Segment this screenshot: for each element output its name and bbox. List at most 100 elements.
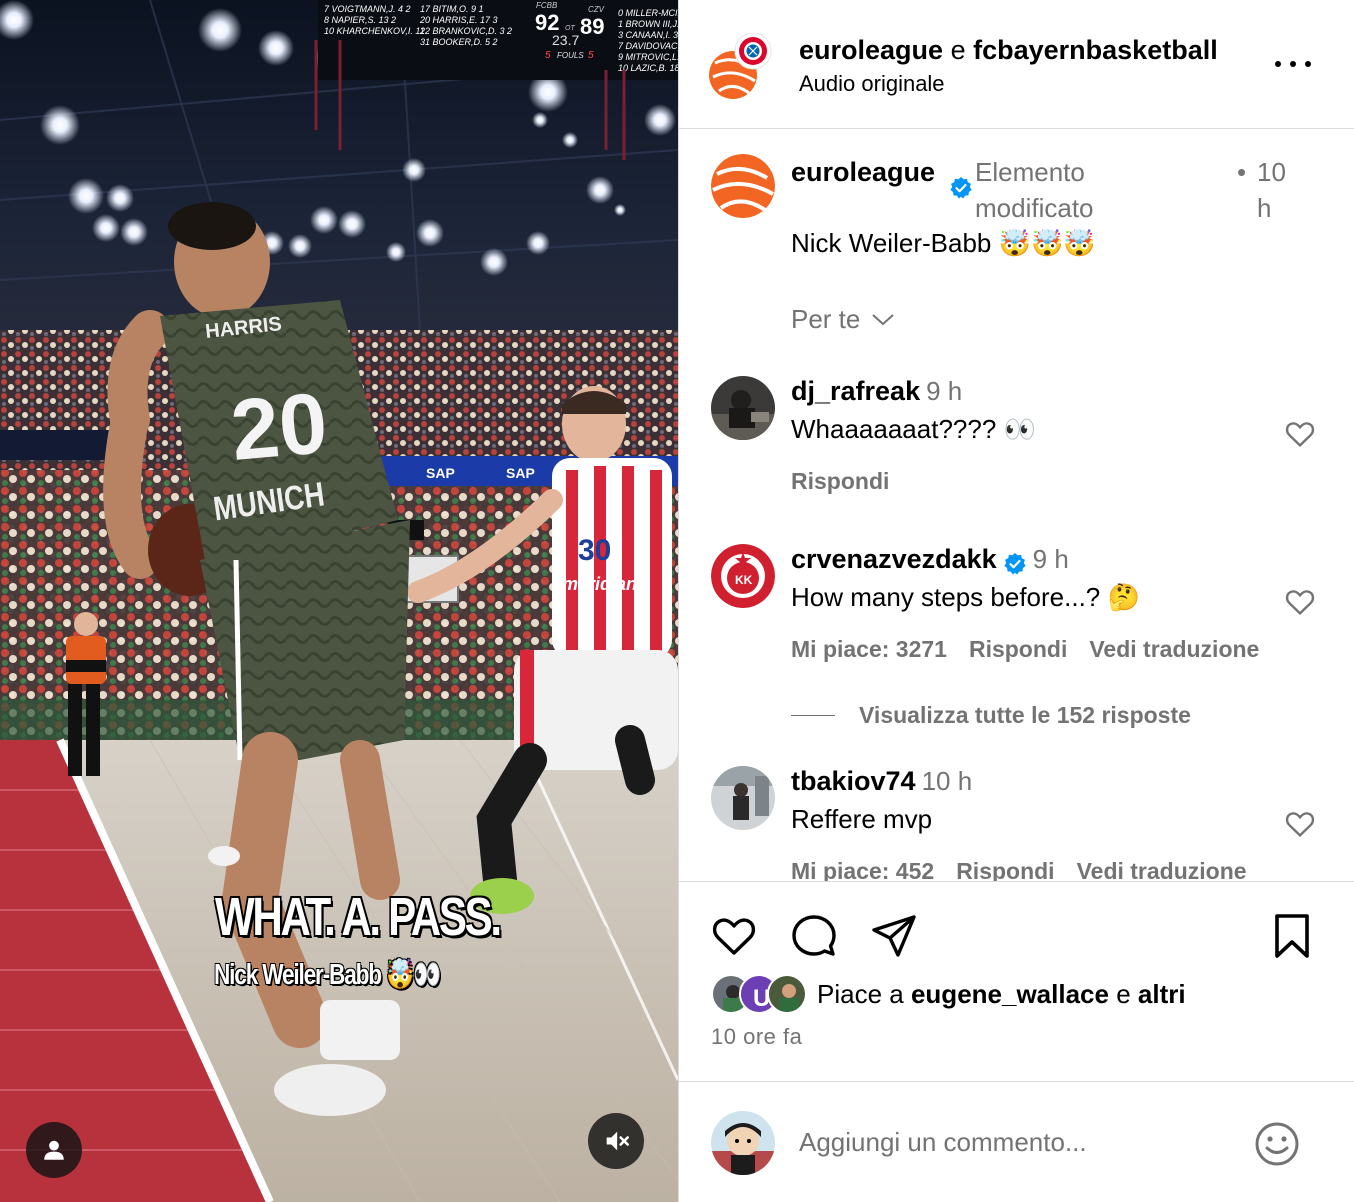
more-options-button[interactable] — [1275, 50, 1311, 78]
scoreboard-player: 7 DAVIDOVAC,D. 2 — [618, 41, 678, 51]
more-dot — [1305, 61, 1311, 67]
caption-username[interactable]: euroleague — [791, 154, 941, 190]
comment-actions: Rispondi — [791, 468, 911, 495]
scoreboard-player: 22 BRANKOVIC,D. 3 2 — [419, 26, 512, 36]
comment-header: crvenazvezdakk 9 h — [791, 544, 1069, 576]
author-link-1[interactable]: euroleague — [799, 35, 943, 65]
author-conjunction: e — [950, 35, 966, 65]
post-sidebar: euroleague e fcbayernbasketball Audio or… — [678, 0, 1354, 1202]
tagged-users-button[interactable] — [26, 1122, 82, 1178]
comment-sort-dropdown[interactable]: Per te — [791, 304, 896, 335]
commenter-avatar[interactable] — [711, 766, 775, 830]
scoreboard-player: 7 VOIGTMANN,J. 4 2 — [324, 4, 411, 14]
scoreboard-player: 10 KHARCHENKOV,I. 11 — [324, 26, 425, 36]
post-caption: euroleague Elemento modificato • 10 h Ni… — [679, 130, 1354, 280]
verified-badge-icon — [1004, 552, 1026, 575]
svg-text:23.7: 23.7 — [552, 32, 579, 48]
comment-header: tbakiov74 10 h — [791, 766, 972, 797]
euroleague-logo-icon — [709, 32, 772, 99]
comment-text: Whaaaaaaat???? 👀 — [791, 414, 1036, 444]
comment-username[interactable]: dj_rafreak — [791, 376, 920, 406]
heart-icon[interactable] — [1283, 586, 1317, 618]
avatar-image-icon — [711, 376, 775, 440]
video-player[interactable]: 7 VOIGTMANN,J. 4 28 NAPIER,S. 13 2 10 KHA… — [0, 0, 678, 1202]
comment-header: dj_rafreak 9 h — [791, 376, 962, 407]
crvena-zvezda-logo-icon: KK — [711, 544, 775, 608]
verified-badge-icon — [950, 177, 972, 199]
reply-button[interactable]: Rispondi — [791, 468, 889, 494]
svg-text:30: 30 — [578, 534, 611, 567]
euroleague-logo-icon — [711, 154, 775, 218]
post-header: euroleague e fcbayernbasketball Audio or… — [679, 0, 1354, 129]
comment-bubble-icon[interactable] — [789, 912, 839, 960]
scoreboard-player: 8 NAPIER,S. 13 2 — [324, 15, 396, 25]
svg-text:0 MILLER-MCIN 3 1 BROWN III,J.: 0 MILLER-MCIN 3 1 BROWN III,J. 0 3 CANAA… — [618, 8, 678, 73]
chevron-down-icon — [872, 313, 895, 325]
svg-text:meridian: meridian — [562, 574, 637, 594]
svg-text:5: 5 — [545, 50, 551, 61]
add-comment-input[interactable] — [799, 1122, 1239, 1162]
scoreboard-player: 31 BOOKER,D. 5 2 — [420, 37, 498, 47]
sort-label: Per te — [791, 304, 861, 334]
replies-divider-line — [791, 715, 835, 716]
audio-link[interactable]: Audio originale — [799, 71, 945, 97]
svg-text:SAP: SAP — [426, 465, 455, 481]
video-frame: 7 VOIGTMANN,J. 4 28 NAPIER,S. 13 2 10 KHA… — [0, 0, 678, 1202]
bookmark-save-icon[interactable] — [1267, 912, 1317, 960]
reply-button[interactable]: Rispondi — [956, 858, 1054, 881]
svg-text:89: 89 — [580, 14, 604, 39]
heart-icon[interactable] — [1283, 418, 1317, 450]
collab-avatars[interactable] — [709, 32, 773, 99]
like-heart-icon[interactable] — [709, 912, 759, 960]
commenter-avatar[interactable]: KK — [711, 544, 775, 608]
emoji-picker-icon[interactable] — [1253, 1120, 1301, 1168]
comments-section[interactable]: euroleague Elemento modificato • 10 h Ni… — [679, 130, 1354, 882]
caption-time[interactable]: 10 h — [1257, 154, 1301, 226]
post-authors: euroleague e fcbayernbasketball — [799, 35, 1218, 66]
commenter-avatar[interactable] — [711, 376, 775, 440]
comment-item: tbakiov74 10 h Reffere mvp Mi piace: 452 R… — [679, 766, 1354, 881]
current-user-avatar — [711, 1111, 775, 1175]
separator-dot: • — [1237, 157, 1247, 187]
comment-username[interactable]: tbakiov74 — [791, 766, 916, 796]
scoreboard-player: 10 LAZIC,B. 18 — [618, 63, 678, 73]
liker-username[interactable]: eugene_wallace — [911, 979, 1109, 1009]
svg-text:5: 5 — [588, 50, 594, 61]
likes-prefix: Piace a — [817, 978, 904, 1009]
comment-likes-count[interactable]: Mi piace: 3271 — [791, 636, 947, 662]
svg-text:FCBB: FCBB — [536, 1, 558, 10]
video-overlay-subtitle: Nick Weiler-Babb 🤯👀 — [214, 959, 441, 991]
more-horizontal-icon — [1275, 61, 1281, 67]
scoreboard-player: 17 BITIM,O. 9 1 — [420, 4, 484, 14]
add-comment-bar — [679, 1081, 1354, 1202]
view-replies-button[interactable]: Visualizza tutte le 152 risposte — [791, 702, 1191, 729]
likes-summary[interactable]: U Piace a eugene_wallace e altri — [711, 974, 1186, 1014]
post-timestamp[interactable]: 10 ore fa — [711, 1024, 802, 1050]
view-replies-label: Visualizza tutte le 152 risposte — [859, 702, 1191, 728]
comment-username[interactable]: crvenazvezdakk — [791, 544, 997, 574]
speaker-muted-icon — [606, 1131, 629, 1151]
comment-time[interactable]: 10 h — [922, 766, 973, 796]
comment-likes-count[interactable]: Mi piace: 452 — [791, 858, 934, 881]
comment-time[interactable]: 9 h — [926, 376, 962, 406]
svg-text:OT: OT — [565, 25, 575, 32]
caption-header: euroleague Elemento modificato • 10 h — [791, 154, 1331, 234]
reply-button[interactable]: Rispondi — [969, 636, 1067, 662]
svg-text:FOULS: FOULS — [557, 51, 584, 60]
see-translation-button[interactable]: Vedi traduzione — [1077, 858, 1247, 881]
likes-others-link[interactable]: altri — [1138, 979, 1186, 1009]
heart-icon[interactable] — [1283, 808, 1317, 840]
comment-time[interactable]: 9 h — [1033, 544, 1069, 574]
see-translation-button[interactable]: Vedi traduzione — [1089, 636, 1259, 662]
avatar-image-icon — [711, 1111, 775, 1175]
caption-avatar[interactable] — [711, 154, 775, 218]
svg-text:CZV: CZV — [588, 5, 605, 14]
referee-figure — [66, 612, 106, 776]
comment-text: How many steps before...? 🤔 — [791, 582, 1140, 612]
comment-text: Reffere mvp — [791, 804, 933, 834]
user-icon — [44, 1140, 64, 1160]
author-link-2[interactable]: fcbayernbasketball — [973, 35, 1218, 65]
share-send-icon[interactable] — [869, 912, 919, 960]
scoreboard-player: 1 BROWN III,J. 0 — [618, 19, 678, 29]
mute-toggle-button[interactable] — [588, 1113, 644, 1169]
